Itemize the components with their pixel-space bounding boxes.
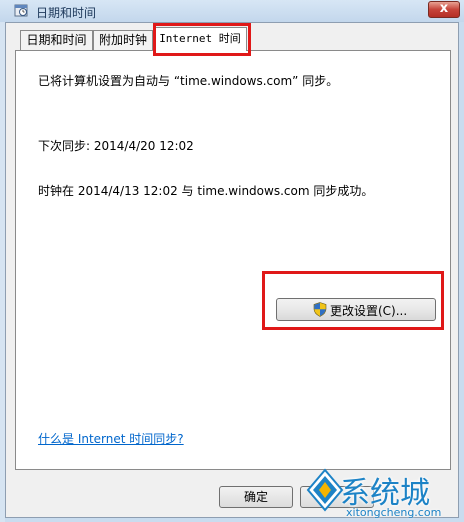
window-title: 日期和时间 — [36, 6, 97, 20]
tab-additional-clocks[interactable]: 附加时钟 — [93, 30, 153, 50]
ok-label: 确定 — [243, 490, 268, 504]
last-sync-result-text: 时钟在 2014/4/13 12:02 与 time.windows.com 同… — [38, 184, 374, 198]
clock-calendar-icon — [14, 4, 28, 17]
tab-label: Internet 时间 — [159, 32, 241, 45]
sync-status-text: 已将计算机设置为自动与 “time.windows.com” 同步。 — [38, 74, 339, 88]
watermark-logo-icon — [306, 468, 344, 512]
internet-time-help-link[interactable]: 什么是 Internet 时间同步? — [38, 430, 184, 447]
tab-label: 附加时钟 — [98, 33, 147, 47]
next-sync-text: 下次同步: 2014/4/20 12:02 — [38, 139, 194, 153]
tab-internet-time[interactable]: Internet 时间 — [153, 27, 247, 51]
tab-label: 日期和时间 — [26, 33, 87, 47]
date-time-window: 日期和时间 x 日期和时间 附加时钟 Internet 时间 已将计算机设置为自… — [0, 0, 464, 522]
title-bar[interactable]: 日期和时间 x — [0, 0, 464, 22]
uac-shield-icon — [313, 302, 327, 317]
change-settings-label: 更改设置(C)... — [330, 304, 408, 318]
internet-time-panel — [15, 50, 451, 470]
watermark: 系统城 xitongcheng.com — [300, 462, 464, 522]
close-button[interactable]: x — [428, 1, 460, 18]
watermark-url: xitongcheng.com — [346, 506, 442, 519]
close-icon[interactable]: x — [429, 1, 459, 16]
ok-button[interactable]: 确定 — [219, 486, 293, 508]
change-settings-button[interactable]: 更改设置(C)... — [276, 298, 436, 321]
tab-date-and-time[interactable]: 日期和时间 — [20, 30, 93, 50]
